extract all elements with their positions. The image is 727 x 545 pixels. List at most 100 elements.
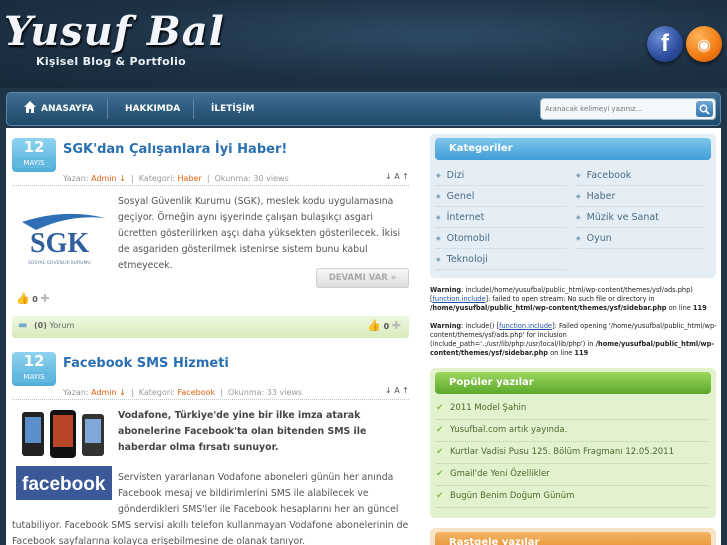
- popular-post-link[interactable]: 2011 Model Şahin: [436, 398, 708, 420]
- post-views: 30 views: [253, 174, 289, 183]
- thumbs-up-icon[interactable]: 👍: [367, 319, 381, 332]
- facebook-phones-image: facebook: [16, 408, 112, 502]
- warning-line: 119: [692, 304, 707, 312]
- warning-link[interactable]: function.include: [499, 322, 552, 330]
- warning-link[interactable]: function.include: [433, 295, 486, 303]
- home-icon: [24, 101, 36, 113]
- warning-label: Warning: [430, 286, 462, 294]
- nav-divider: [107, 99, 108, 119]
- facebook-logo-text: facebook: [22, 474, 106, 495]
- main-area: 12 MAYIS SGK'dan Çalışanlara İyi Haber! …: [6, 128, 721, 545]
- post-date-badge: 12 MAYIS: [12, 138, 56, 172]
- php-warning: Warning: include(/home/yusufbal/public_h…: [430, 286, 720, 313]
- comment-label: Yorum: [49, 321, 75, 330]
- post-entry: 12 MAYIS Facebook SMS Hizmeti Yazan: Adm…: [12, 352, 409, 545]
- popular-posts-title: Popüler yazılar: [435, 372, 711, 394]
- plus-icon[interactable]: ✚: [40, 292, 49, 305]
- thumbs-up-icon[interactable]: 👍: [16, 292, 30, 305]
- comment-link[interactable]: (0) Yorum: [34, 321, 74, 330]
- post-date-badge: 12 MAYIS: [12, 352, 56, 386]
- search-button[interactable]: [696, 101, 713, 117]
- post-month: MAYIS: [14, 158, 54, 168]
- category-link[interactable]: Otomobil: [436, 229, 566, 249]
- plus-icon[interactable]: ✚: [392, 319, 401, 332]
- comment-bar: ▬ (0) Yorum 👍 0 ✚: [12, 316, 409, 338]
- warning-line: 119: [574, 349, 589, 357]
- post-month: MAYIS: [14, 372, 54, 382]
- category-link[interactable]: Genel: [436, 187, 566, 207]
- post-title[interactable]: Facebook SMS Hizmeti: [63, 356, 229, 371]
- font-size-controls[interactable]: ↓ A ↑: [385, 386, 409, 395]
- post-author[interactable]: Admin ↓: [91, 174, 126, 183]
- nav-item-home[interactable]: ANASAYFA: [23, 93, 94, 125]
- post-category[interactable]: Facebook: [178, 388, 216, 397]
- site-header: Yusuf Bal Kişisel Blog & Portfolio f ◉: [0, 0, 727, 88]
- warning-text: : include() [: [461, 322, 500, 330]
- categories-widget: Kategoriler Dizi Genel İnternet Otomobil…: [430, 134, 716, 278]
- site-logo-title[interactable]: Yusuf Bal: [4, 8, 225, 55]
- warning-text: ]: failed to open stream: No such file o…: [485, 295, 655, 303]
- php-warning: Warning: include() [function.include]: F…: [430, 322, 720, 358]
- nav-divider: [193, 99, 194, 119]
- search-icon: [699, 104, 710, 115]
- search-box: [540, 98, 716, 120]
- facebook-icon[interactable]: f: [647, 26, 683, 62]
- search-input[interactable]: [545, 102, 693, 116]
- post-title[interactable]: SGK'dan Çalışanlara İyi Haber!: [63, 142, 287, 157]
- popular-post-link[interactable]: Kurtlar Vadisi Pusu 125. Bölüm Fragmanı …: [436, 442, 708, 464]
- warning-path: /home/yusufbal/public_html/wp-content/th…: [430, 304, 667, 312]
- popular-post-link[interactable]: Yusufbal.com artık yayında.: [436, 420, 708, 442]
- author-label: Yazan:: [63, 174, 89, 183]
- random-posts-widget: Rastgele yazılar: [430, 528, 716, 545]
- category-link[interactable]: Oyun: [576, 229, 706, 249]
- post-lead: Vodafone, Türkiye'de yine bir ilke imza …: [118, 410, 367, 453]
- views-label: Okunma:: [228, 388, 265, 397]
- like-count: 0: [383, 322, 390, 331]
- nav-item-about[interactable]: HAKKIMDA: [125, 93, 180, 125]
- like-counter: 👍 0 ✚: [16, 292, 50, 305]
- nav-item-contact[interactable]: İLETİŞİM: [211, 93, 255, 125]
- category-link[interactable]: Teknoloji: [436, 250, 566, 270]
- navigation-bar: ANASAYFA HAKKIMDA İLETİŞİM: [0, 88, 727, 128]
- category-link[interactable]: Facebook: [576, 166, 706, 186]
- views-label: Okunma:: [214, 174, 251, 183]
- comment-count: (0): [34, 321, 47, 330]
- category-link[interactable]: İnternet: [436, 208, 566, 228]
- category-link[interactable]: Müzik ve Sanat: [576, 208, 706, 228]
- post-list: 12 MAYIS SGK'dan Çalışanlara İyi Haber! …: [6, 128, 416, 545]
- popular-post-link[interactable]: Gmail'de Yeni Özellikler: [436, 464, 708, 486]
- sgk-logo-subtext: SOSYAL GÜVENLİK KURUMU: [28, 259, 91, 266]
- main-menu: ANASAYFA HAKKIMDA İLETİŞİM: [6, 92, 721, 126]
- post-excerpt: Sosyal Güvenlik Kurumu (SGK), meslek kod…: [118, 196, 401, 271]
- post-day: 12: [23, 138, 45, 156]
- post-day: 12: [23, 352, 45, 370]
- site-logo-subtitle: Kişisel Blog & Portfolio: [36, 55, 187, 68]
- author-label: Yazan:: [63, 388, 89, 397]
- post-views: 33 views: [266, 388, 303, 397]
- rss-icon[interactable]: ◉: [686, 26, 722, 62]
- post-meta: Yazan: Admin ↓ | Kategori: Facebook | Ok…: [63, 388, 303, 397]
- sgk-logo-text: SGK: [30, 228, 89, 259]
- read-more-button[interactable]: DEVAMI VAR »: [316, 268, 409, 288]
- like-count: 0: [32, 295, 38, 304]
- popular-posts-widget: Popüler yazılar 2011 Model Şahin Yusufba…: [430, 368, 716, 518]
- warning-text: on line: [548, 349, 575, 357]
- comment-likes: 👍 0 ✚: [367, 319, 401, 332]
- random-posts-title: Rastgele yazılar: [435, 532, 711, 545]
- divider: [12, 185, 409, 186]
- categories-title: Kategoriler: [435, 138, 711, 160]
- warning-label: Warning: [430, 322, 462, 330]
- post-excerpt-continued: tutabiliyor. Facebook SMS servisi akıllı…: [12, 520, 409, 545]
- post-meta: Yazan: Admin ↓ | Kategori: Haber | Okunm…: [63, 174, 289, 183]
- post-author[interactable]: Admin ↓: [91, 388, 126, 397]
- category-label: Kategori:: [138, 174, 175, 183]
- category-link[interactable]: Haber: [576, 187, 706, 207]
- category-link[interactable]: Dizi: [436, 166, 566, 186]
- divider: [12, 399, 409, 400]
- popular-post-link[interactable]: Bugün Benim Doğum Günüm: [436, 486, 708, 508]
- post-category[interactable]: Haber: [178, 174, 202, 183]
- font-size-controls[interactable]: ↓ A ↑: [385, 172, 409, 181]
- sgk-logo-image: SGK SOSYAL GÜVENLİK KURUMU: [16, 208, 112, 272]
- post-excerpt: Servisten yararlanan Vodafone aboneleri …: [118, 472, 399, 515]
- warning-text: on line: [666, 304, 693, 312]
